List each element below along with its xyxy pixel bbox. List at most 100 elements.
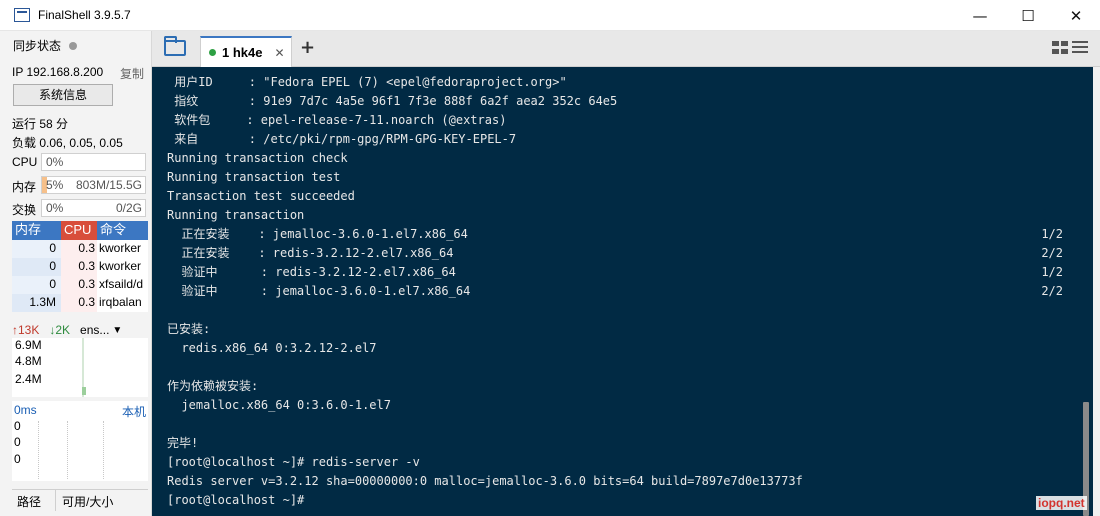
process-cpu: 0.3	[61, 240, 97, 258]
memory-percent: 5%	[46, 178, 64, 192]
terminal-line-text: 用户ID : "Fedora EPEL (7) <epel@fedoraproj…	[167, 75, 567, 89]
terminal-line-text: redis.x86_64 0:3.2.12-2.el7	[167, 341, 377, 355]
sync-status-dot-icon	[69, 41, 78, 50]
terminal-line: Running transaction test	[167, 168, 1077, 187]
terminal-line-text: Running transaction check	[167, 151, 348, 165]
menu-icon-bar	[1072, 46, 1088, 48]
close-tab-icon[interactable]: ✕	[274, 46, 284, 60]
terminal-line: [root@localhost ~]#	[167, 491, 1077, 510]
terminal-output: 用户ID : "Fedora EPEL (7) <epel@fedoraproj…	[167, 73, 1077, 510]
swap-label: 交换	[12, 203, 37, 217]
process-memory: 0	[12, 258, 61, 276]
terminal-line: redis.x86_64 0:3.2.12-2.el7	[167, 339, 1077, 358]
tab-session-hk4e[interactable]: 1 hk4e ✕	[200, 36, 292, 67]
menu-icon[interactable]	[1072, 41, 1088, 54]
ping-host-link[interactable]: 本机	[122, 403, 146, 420]
terminal-line-text: 完毕!	[167, 436, 199, 450]
process-cpu: 0.3	[61, 294, 97, 312]
menu-icon-bar	[1072, 51, 1088, 53]
terminal-line-text: 软件包 : epel-release-7-11.noarch (@extras)	[167, 113, 507, 127]
memory-bar: 5% 803M/15.5G	[41, 176, 146, 194]
table-row[interactable]: 0 0.3 kworker	[12, 240, 148, 258]
terminal-progress: 1/2	[1041, 227, 1063, 241]
ping-value: 0	[14, 452, 21, 466]
column-header-available-size[interactable]: 可用/大小	[56, 490, 113, 511]
grid-icon[interactable]	[1052, 41, 1068, 54]
window-title: FinalShell 3.9.5.7	[38, 8, 131, 22]
process-cpu: 0.3	[61, 276, 97, 294]
column-header-command[interactable]: 命令	[97, 221, 148, 240]
ping-value: 0	[14, 419, 21, 433]
terminal-line-text: [root@localhost ~]#	[167, 493, 305, 507]
sync-status[interactable]: 同步状态	[13, 37, 78, 54]
process-command: xfsaild/d	[97, 276, 148, 294]
cpu-label: CPU	[12, 155, 38, 169]
terminal-line: 完毕!	[167, 434, 1077, 453]
table-row[interactable]: 0 0.3 kworker	[12, 258, 148, 276]
terminal-line-text: 验证中 : jemalloc-3.6.0-1.el7.x86_64	[167, 284, 471, 298]
terminal-line: [root@localhost ~]# redis-server -v	[167, 453, 1077, 472]
system-info-button[interactable]: 系统信息	[13, 84, 113, 106]
title-bar: FinalShell 3.9.5.7 — ☐ ✕	[0, 0, 1100, 31]
terminal-line: 已安装:	[167, 320, 1077, 339]
ping-panel: 0ms 本机 0 0 0	[12, 401, 148, 481]
terminal-line-text: Redis server v=3.2.12 sha=00000000:0 mal…	[167, 474, 803, 488]
interface-select[interactable]: ens...	[80, 323, 109, 337]
table-row[interactable]: 0 0.3 xfsaild/d	[12, 276, 148, 294]
add-tab-button[interactable]: +	[300, 37, 315, 58]
table-row[interactable]: 1.3M 0.3 irqbalan	[12, 294, 148, 312]
network-scale-label: 6.9M	[15, 338, 42, 352]
maximize-button[interactable]: ☐	[1004, 0, 1052, 31]
connected-status-icon	[209, 49, 216, 56]
network-chart: 6.9M 4.8M 2.4M	[12, 338, 148, 397]
download-speed: ↓2K	[49, 323, 71, 337]
tab-label: 1 hk4e	[222, 45, 263, 60]
cpu-bar: 0%	[41, 153, 146, 171]
memory-label: 内存	[12, 180, 37, 194]
process-cpu: 0.3	[61, 258, 97, 276]
process-memory: 0	[12, 276, 61, 294]
terminal-line-text: Transaction test succeeded	[167, 189, 355, 203]
uptime: 运行 58 分	[12, 117, 69, 131]
terminal-line: Running transaction	[167, 206, 1077, 225]
network-scale-label: 4.8M	[15, 354, 42, 368]
window-controls: — ☐ ✕	[956, 0, 1100, 31]
file-system-header: 路径 可用/大小	[12, 489, 148, 511]
column-header-cpu[interactable]: CPU	[61, 221, 97, 240]
terminal-line: 用户ID : "Fedora EPEL (7) <epel@fedoraproj…	[167, 73, 1077, 92]
ping-latency: 0ms	[14, 403, 37, 417]
load-average: 负载 0.06, 0.05, 0.05	[12, 136, 123, 150]
copy-ip-button[interactable]: 复制	[120, 65, 144, 82]
terminal-line: Running transaction check	[167, 149, 1077, 168]
ip-address-row: IP 192.168.8.200 复制	[12, 65, 148, 82]
terminal-line: Redis server v=3.2.12 sha=00000000:0 mal…	[167, 472, 1077, 491]
minimize-button[interactable]: —	[956, 0, 1004, 31]
terminal-view[interactable]: 用户ID : "Fedora EPEL (7) <epel@fedoraproj…	[152, 67, 1093, 516]
column-header-path[interactable]: 路径	[12, 490, 56, 511]
chevron-down-icon[interactable]: ▼	[112, 325, 122, 336]
terminal-line-text: 正在安装 : jemalloc-3.6.0-1.el7.x86_64	[167, 227, 468, 241]
cpu-meter: CPU 0%	[12, 153, 148, 171]
close-button[interactable]: ✕	[1052, 0, 1100, 31]
terminal-line: 作为依赖被安装:	[167, 377, 1077, 396]
terminal-progress: 1/2	[1041, 265, 1063, 279]
terminal-line-text: Running transaction	[167, 208, 305, 222]
terminal-line-text: 验证中 : redis-3.2.12-2.el7.x86_64	[167, 265, 456, 279]
terminal-line-text: [root@localhost ~]# redis-server -v	[167, 455, 420, 469]
tab-bar: 1 hk4e ✕ +	[152, 31, 1100, 67]
scrollbar-track[interactable]	[1093, 67, 1100, 516]
network-scale-label: 2.4M	[15, 372, 42, 386]
terminal-progress: 2/2	[1041, 246, 1063, 260]
folder-icon[interactable]	[164, 36, 186, 56]
terminal-line-text: 作为依赖被安装:	[167, 379, 259, 393]
terminal-line-text: 指纹 : 91e9 7d7c 4a5e 96f1 7f3e 888f 6a2f …	[167, 94, 618, 108]
column-header-memory[interactable]: 内存	[12, 221, 61, 240]
terminal-line: 软件包 : epel-release-7-11.noarch (@extras)	[167, 111, 1077, 130]
process-command: irqbalan	[97, 294, 148, 312]
terminal-line: 正在安装 : jemalloc-3.6.0-1.el7.x86_64 1/2	[167, 225, 1077, 244]
terminal-progress: 2/2	[1041, 284, 1063, 298]
terminal-line-text: jemalloc.x86_64 0:3.6.0-1.el7	[167, 398, 391, 412]
terminal-line-text: Running transaction test	[167, 170, 341, 184]
